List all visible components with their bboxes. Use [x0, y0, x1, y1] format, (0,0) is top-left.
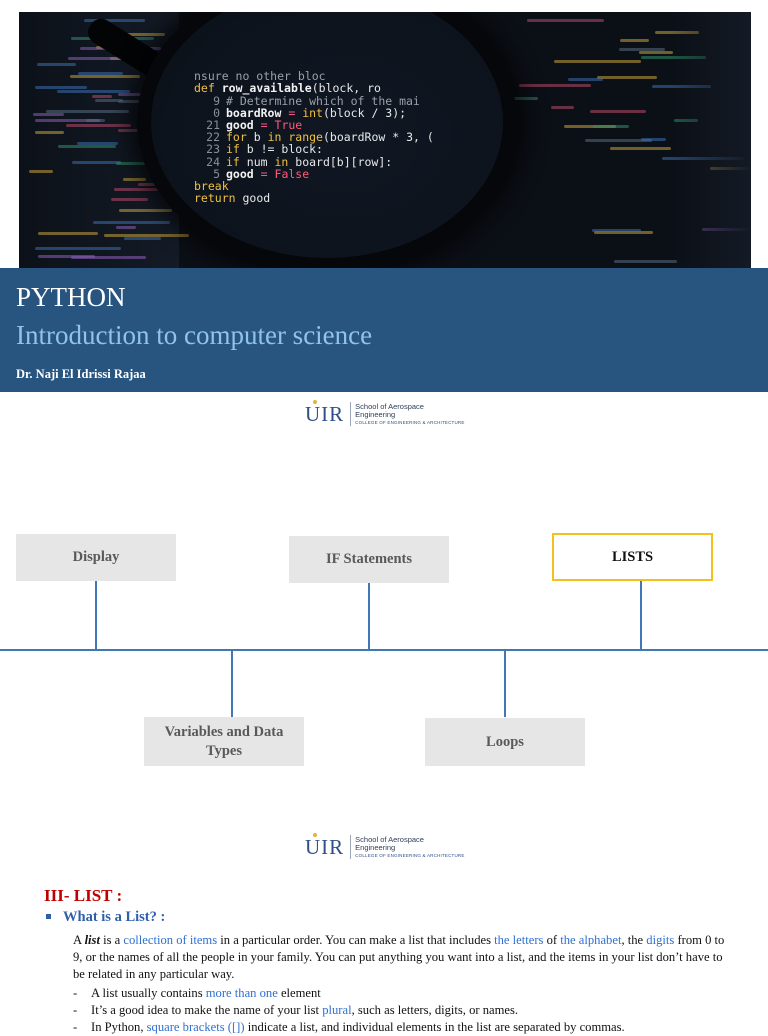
code-blur-bar: [614, 259, 677, 263]
code-blur-bar: [65, 123, 131, 127]
editor-right-blur: [671, 12, 751, 268]
code-blur-bar: [35, 130, 65, 134]
code-hero-image: nsure no other bloc def row_available(bl…: [19, 12, 751, 268]
school-logo-2: UIR School of Aerospace Engineering COLL…: [305, 833, 465, 859]
code-blur-bar: [568, 78, 604, 82]
code-blur-bar: [592, 228, 642, 232]
code-blur-bar: [119, 208, 173, 212]
code-blur-bar: [33, 112, 65, 116]
list-definition-paragraph: A list is a collection of items in a par…: [73, 933, 725, 981]
code-blur-bar: [550, 105, 575, 109]
timeline-box-lists[interactable]: LISTS: [552, 533, 713, 581]
author-name: Dr. Naji El Idrissi Rajaa: [16, 367, 146, 381]
code-blur-bar: [58, 145, 116, 149]
school-logo: UIR School of Aerospace Engineering COLL…: [305, 400, 465, 426]
code-blur-bar: [619, 38, 650, 42]
timeline-axis: [0, 649, 768, 651]
code-blur-bar: [86, 119, 105, 123]
code-snippet: nsure no other bloc def row_available(bl…: [194, 69, 434, 206]
code-blur-bar: [519, 83, 591, 87]
course-title: PYTHON: [16, 282, 126, 312]
code-blur-bar: [38, 232, 98, 236]
code-blur-bar: [45, 110, 129, 114]
code-blur-bar: [592, 125, 630, 129]
code-blur-bar: [124, 236, 161, 240]
code-blur-bar: [92, 94, 112, 98]
subsection-heading: What is a List? :: [44, 909, 165, 926]
uir-logo-mark: UIR: [305, 400, 345, 426]
code-blur-bar: [37, 63, 77, 67]
code-blur-bar: [553, 59, 641, 63]
code-blur-bar: [641, 137, 666, 141]
list-item: - It’s a good idea to make the name of yo…: [73, 1003, 519, 1017]
section-heading: III- LIST :: [44, 886, 123, 905]
code-blur-bar: [93, 220, 171, 224]
list-item: -A list usually contains more than one e…: [73, 986, 321, 1000]
code-blur-bar: [70, 74, 140, 78]
timeline-box-display[interactable]: Display: [16, 534, 176, 581]
code-blur-bar: [111, 197, 148, 201]
code-blur-bar: [590, 110, 646, 114]
bullet-square-icon: [46, 913, 51, 919]
code-blur-bar: [527, 18, 605, 22]
code-blur-bar: [72, 160, 122, 164]
code-blur-bar: [35, 86, 88, 90]
uir-logo-mark-2: UIR: [305, 833, 345, 859]
course-subtitle: Introduction to computer science: [16, 320, 373, 350]
code-blur-bar: [610, 146, 671, 150]
logo-line-2: Engineering: [355, 410, 396, 419]
list-facts: -A list usually contains more than one e…: [73, 985, 733, 1036]
code-blur-bar: [116, 225, 137, 229]
code-blur-bar: [639, 51, 673, 55]
code-blur-bar: [104, 234, 189, 238]
logo-line-3: COLLEGE OF ENGINEERING & ARCHITECTURE: [355, 419, 465, 425]
timeline-box-loops[interactable]: Loops: [425, 718, 585, 766]
code-blur-bar: [122, 178, 147, 182]
title-banner: PYTHON Introduction to computer science …: [0, 268, 768, 392]
code-blur-bar: [619, 48, 665, 52]
code-blur-bar: [597, 75, 658, 79]
list-item: - In Python, square brackets ([]) indicat…: [73, 1020, 625, 1034]
code-blur-bar: [35, 247, 121, 251]
timeline-box-variables[interactable]: Variables and Data Types: [144, 717, 304, 766]
timeline-box-if-statements[interactable]: IF Statements: [289, 536, 449, 583]
code-blur-bar: [29, 170, 54, 174]
